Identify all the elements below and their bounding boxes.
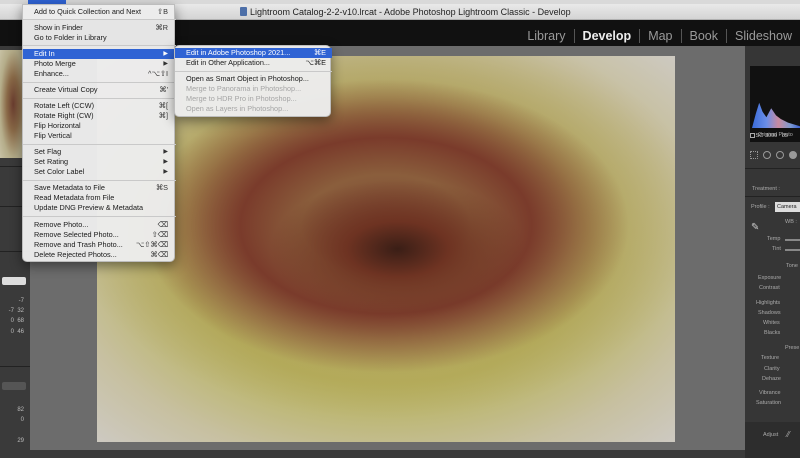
menu-item-set-rating[interactable]: Set Rating ▶ [23,157,176,167]
saturation-label: Saturation [756,400,782,406]
whites-label: Whites [763,320,780,326]
menu-item-flip-horizontal[interactable]: Flip Horizontal [23,121,176,131]
submenu-arrow-icon: ▶ [163,51,168,57]
left-value: 0 [20,417,24,423]
divider [0,366,30,367]
divider [745,168,800,169]
texture-label: Texture [761,355,780,361]
toolbar-strip [30,450,745,458]
menu-item-update-dng-preview[interactable]: Update DNG Preview & Metadata [23,203,176,213]
menu-item-remove-photo[interactable]: Remove Photo... ⌫ [23,220,176,230]
spot-removal-icon[interactable] [763,151,771,159]
left-value: 68 [17,318,24,324]
left-panel-control[interactable] [2,382,26,390]
mask-icon[interactable] [789,151,797,159]
contrast-label: Contrast [759,285,780,291]
tint-label: Tint [772,246,781,252]
menu-item-remove-selected-photo[interactable]: Remove Selected Photo... ⇧⌫ [23,230,176,240]
left-value: 29 [17,438,24,444]
vibrance-label: Vibrance [759,390,781,396]
adjust-label: Adjust [763,432,779,438]
tool-strip [750,150,800,160]
module-book[interactable]: Book [680,29,727,43]
menu-separator [23,180,176,181]
brush-icon[interactable]: ⁄⁄ [787,430,790,439]
right-panel: ISO 3000 85 Original Photo Treatment : P… [745,46,800,458]
divider [745,196,800,197]
menu-separator [23,216,176,217]
histogram[interactable]: ISO 3000 85 [750,66,800,142]
navigator-thumbnail[interactable] [0,50,22,158]
tint-slider[interactable] [785,249,800,251]
left-panel-button[interactable] [2,277,26,285]
menu-item-rotate-right[interactable]: Rotate Right (CW) ⌘] [23,111,176,121]
module-library[interactable]: Library [519,29,573,43]
left-value: -7 [18,298,24,304]
presence-label: Prese [785,345,800,351]
submenu-item-edit-in-other-app[interactable]: Edit in Other Application... ⌥⌘E [175,58,332,68]
window-title: Lightroom Catalog-2-2-v10.lrcat - Adobe … [250,7,571,17]
menu-item-show-in-finder[interactable]: Show in Finder ⌘R [23,23,176,33]
submenu-item-merge-panorama: Merge to Panorama in Photoshop... [186,84,302,93]
submenu-arrow-icon: ▶ [163,169,168,175]
menu-item-add-quick-collection-next[interactable]: Add to Quick Collection and Next ⇧B [23,7,176,17]
wb-label: WB : [785,219,797,225]
module-slideshow[interactable]: Slideshow [726,29,800,43]
histogram-graph [752,102,800,128]
menu-separator [175,71,332,72]
submenu-arrow-icon: ▶ [163,159,168,165]
left-value: 82 [17,407,24,413]
submenu-item-smart-object[interactable]: Open as Smart Object in Photoshop... [175,74,332,84]
redeye-icon[interactable] [776,151,784,159]
treatment-label: Treatment : [752,186,780,192]
eyedropper-icon[interactable]: ✎ [751,222,761,234]
menu-item-go-to-folder[interactable]: Go to Folder in Library [23,33,176,43]
submenu-item-open-as-layers: Open as Layers in Photoshop... [186,104,289,113]
menu-item-set-flag[interactable]: Set Flag ▶ [23,147,176,157]
menu-item-save-metadata[interactable]: Save Metadata to File ⌘S [23,183,176,193]
shadows-label: Shadows [758,310,781,316]
clarity-label: Clarity [764,366,780,372]
menu-item-flip-vertical[interactable]: Flip Vertical [23,131,176,141]
dehaze-label: Dehaze [762,376,781,382]
menu-separator [23,144,176,145]
menu-item-create-virtual-copy[interactable]: Create Virtual Copy ⌘' [23,85,176,95]
original-photo-label: Original Photo [758,132,793,138]
submenu-arrow-icon: ▶ [163,61,168,67]
menu-separator [23,19,176,20]
crop-tool-icon[interactable] [750,151,758,159]
highlights-label: Highlights [756,300,781,306]
temp-label: Temp [767,236,781,242]
module-develop[interactable]: Develop [573,29,640,43]
menu-separator [23,82,176,83]
edit-in-submenu: Edit in Adobe Photoshop 2021... ⌘E Edit i… [174,45,332,117]
menu-item-delete-rejected[interactable]: Delete Rejected Photos... ⌘⌫ [23,250,176,260]
blacks-label: Blacks [764,330,781,336]
menu-separator [23,45,176,46]
submenu-item-edit-in-photoshop[interactable]: Edit in Adobe Photoshop 2021... ⌘E [175,48,332,58]
tone-label: Tone [786,263,798,269]
menu-separator [23,98,176,99]
profile-select[interactable]: Camera [775,202,800,212]
submenu-arrow-icon: ▶ [163,149,168,155]
menu-item-photo-merge[interactable]: Photo Merge ▶ [23,59,176,69]
photo-menu: Add to Quick Collection and Next ⇧B Show … [22,4,176,262]
exposure-label: Exposure [758,275,782,281]
menu-item-rotate-left[interactable]: Rotate Left (CCW) ⌘[ [23,101,176,111]
adjust-panel: Adjust ⁄⁄ [745,422,800,458]
original-photo-checkbox[interactable] [750,133,755,138]
left-value: 46 [17,329,24,335]
document-icon [240,7,247,16]
submenu-item-merge-hdr: Merge to HDR Pro in Photoshop... [186,94,297,103]
module-map[interactable]: Map [639,29,680,43]
menu-item-read-metadata[interactable]: Read Metadata from File [23,193,176,203]
menu-item-enhance[interactable]: Enhance... ^⌥⇧I [23,69,176,79]
menu-item-edit-in[interactable]: Edit In ▶ [23,49,176,59]
menu-item-set-color-label[interactable]: Set Color Label ▶ [23,167,176,177]
menu-item-remove-and-trash[interactable]: Remove and Trash Photo... ⌥⇧⌘⌫ [23,240,176,250]
left-value: 32 [17,308,24,314]
module-picker: Library Develop Map Book Slideshow [519,29,800,43]
temp-slider[interactable] [785,239,800,241]
profile-label: Profile : [751,204,770,210]
